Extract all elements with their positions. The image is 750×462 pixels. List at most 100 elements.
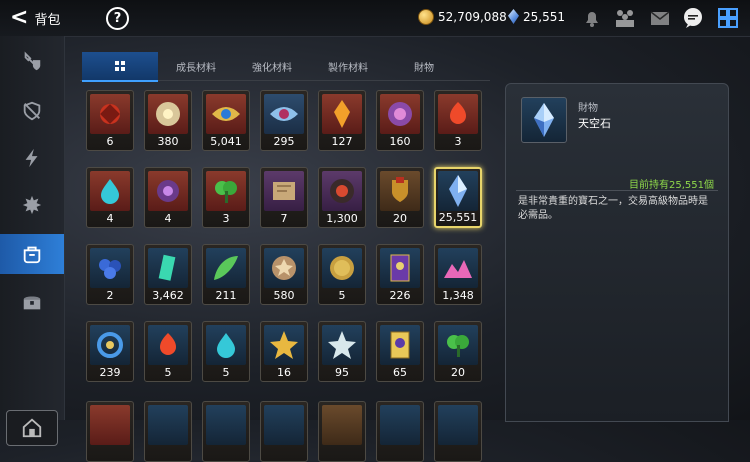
item-slot[interactable]: 20: [376, 167, 424, 228]
item-slot[interactable]: 226: [376, 244, 424, 305]
item-slot[interactable]: 5: [202, 321, 250, 382]
red-shield-orb-icon: [90, 94, 130, 134]
green-leaf-pendant-icon: [206, 171, 246, 211]
item-count: 4: [164, 212, 172, 225]
sky-crystal-icon: [438, 171, 478, 211]
help-icon[interactable]: ?: [106, 7, 129, 30]
item-slot[interactable]: 25,551: [434, 167, 482, 228]
guild-icon[interactable]: [613, 6, 637, 30]
pouch-icon: [23, 246, 41, 264]
chat-icon[interactable]: [681, 6, 705, 30]
silver-star-charm-icon: [322, 325, 362, 365]
tab-craft-materials[interactable]: 製作材料: [314, 52, 382, 80]
item-slot[interactable]: 211: [202, 244, 250, 305]
golden-card-icon: [380, 325, 420, 365]
item-detail-panel: 財物 天空石 目前持有25,551個 是非常貴重的寶石之一，交易高級物品時是必需…: [505, 83, 729, 422]
item-slot[interactable]: 2: [86, 244, 134, 305]
purple-card-icon: [380, 248, 420, 288]
page-title: 背包: [34, 12, 61, 28]
item-slot[interactable]: 95: [318, 321, 366, 382]
teal-drop-pendant-icon: [90, 171, 130, 211]
gem-amount: 25,551: [523, 9, 565, 24]
item-count: 160: [389, 135, 411, 148]
shield-icon: [23, 101, 41, 121]
item-slot[interactable]: [434, 401, 482, 462]
sword-shield-icon: [24, 51, 41, 71]
item-slot[interactable]: [376, 401, 424, 462]
gold-amount: 52,709,088: [438, 10, 507, 24]
gold-coin-icon: [418, 9, 434, 25]
owned-count: 目前持有25,551個: [629, 180, 714, 191]
item-slot[interactable]: [260, 401, 308, 462]
item-slot[interactable]: 5: [318, 244, 366, 305]
item-slot[interactable]: [318, 401, 366, 462]
item-count: 226: [389, 289, 411, 302]
item-slot[interactable]: 7: [260, 167, 308, 228]
nav-chest[interactable]: [0, 282, 64, 322]
nav-skills[interactable]: [0, 138, 64, 178]
item-count: 1,300: [326, 212, 358, 225]
item-slot[interactable]: 6: [86, 90, 134, 151]
item-slot[interactable]: 65: [376, 321, 424, 382]
item-slot[interactable]: 3: [202, 167, 250, 228]
category-tabs: 成長材料 強化材料 製作材料 財物: [80, 52, 490, 82]
item-slot[interactable]: 127: [318, 90, 366, 151]
item-slot[interactable]: 16: [260, 321, 308, 382]
item-slot[interactable]: 295: [260, 90, 308, 151]
blue-ring-pendant-icon: [90, 325, 130, 365]
item-count: 3: [222, 212, 230, 225]
back-button[interactable]: < 背包: [10, 6, 70, 30]
item-count: 5: [222, 366, 230, 379]
green-feather-icon: [206, 248, 246, 288]
item-count: 239: [99, 366, 121, 379]
blue-flower-cluster-icon: [90, 248, 130, 288]
nav-materials[interactable]: [0, 234, 64, 274]
nav-equipment[interactable]: [0, 42, 64, 82]
item-count: 5: [338, 289, 346, 302]
bell-icon[interactable]: [580, 6, 604, 30]
item-slot[interactable]: 4: [86, 167, 134, 228]
item-slot[interactable]: 580: [260, 244, 308, 305]
side-nav: [0, 36, 65, 446]
sun-medallion-icon: [148, 94, 188, 134]
item-slot[interactable]: 3,462: [144, 244, 192, 305]
nav-armor[interactable]: [0, 91, 64, 131]
item-slot[interactable]: 5: [144, 321, 192, 382]
bronze-star-coin-icon: [264, 248, 304, 288]
nav-runes[interactable]: [0, 185, 64, 225]
tab-valuables[interactable]: 財物: [390, 52, 458, 80]
item-slot[interactable]: [202, 401, 250, 462]
item-count: 580: [273, 289, 295, 302]
blue-eye-emblem-icon: [264, 94, 304, 134]
item-slot[interactable]: 1,348: [434, 244, 482, 305]
item-slot[interactable]: 1,300: [318, 167, 366, 228]
tab-enhance-materials[interactable]: 強化材料: [238, 52, 306, 80]
sky-crystal-icon: [521, 97, 567, 143]
tab-all[interactable]: [82, 52, 158, 82]
golden-eye-emblem-icon: [206, 94, 246, 134]
menu-grid-icon[interactable]: [716, 6, 740, 30]
tab-growth-materials[interactable]: 成長材料: [162, 52, 230, 80]
item-slot[interactable]: 160: [376, 90, 424, 151]
item-slot[interactable]: 5,041: [202, 90, 250, 151]
item-slot[interactable]: [144, 401, 192, 462]
item-slot[interactable]: 380: [144, 90, 192, 151]
teal-drop-pendant-icon: [206, 325, 246, 365]
item-slot[interactable]: 3: [434, 90, 482, 151]
gem-icon: [508, 9, 519, 24]
item-count: 95: [335, 366, 349, 379]
spiky-rune-icon: [22, 195, 42, 215]
gem-currency: 25,551: [508, 9, 565, 24]
item-slot[interactable]: [86, 401, 134, 462]
red-flame-pendant-icon: [438, 94, 478, 134]
item-slot[interactable]: 239: [86, 321, 134, 382]
item-count: 127: [331, 135, 353, 148]
mail-icon[interactable]: [648, 6, 672, 30]
gold-coin-icon: [322, 248, 362, 288]
item-slot[interactable]: 20: [434, 321, 482, 382]
gold-star-charm-icon: [264, 325, 304, 365]
item-slot[interactable]: 4: [144, 167, 192, 228]
gold-currency: 52,709,088: [418, 9, 507, 25]
home-button[interactable]: [6, 410, 58, 446]
item-count: 5: [164, 366, 172, 379]
